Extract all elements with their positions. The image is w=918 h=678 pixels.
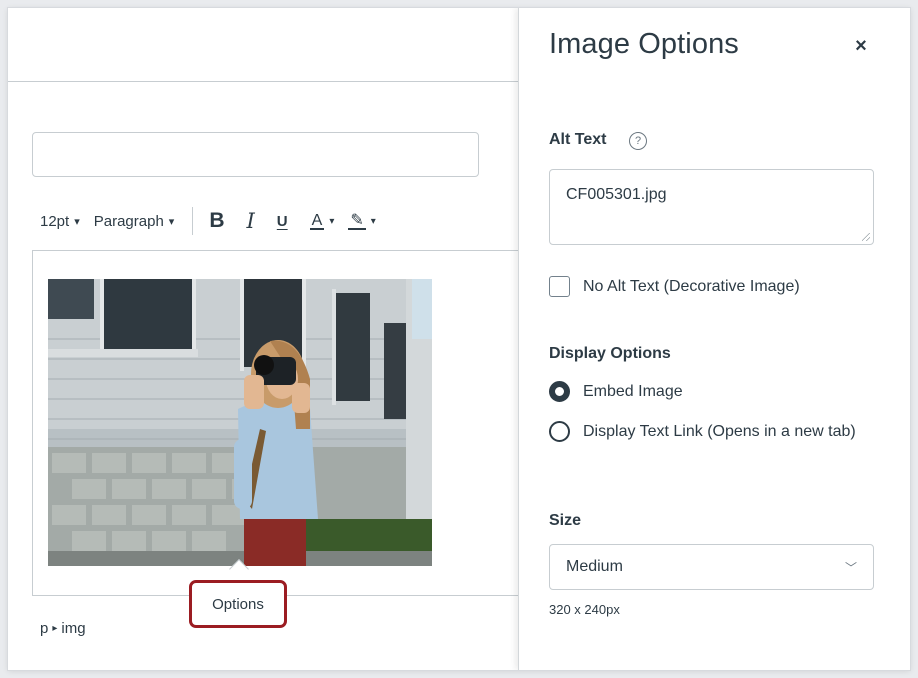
inserted-image[interactable] xyxy=(48,279,432,566)
title-input[interactable] xyxy=(32,132,479,177)
alt-text-textarea[interactable]: CF005301.jpg xyxy=(549,169,874,245)
help-circle-icon[interactable]: ? xyxy=(629,132,647,150)
underline-button[interactable]: U xyxy=(277,213,288,230)
rich-content-editor-frame: 12pt ▾ Paragraph ▾ B I U A ▾ ✎ ▾ Options… xyxy=(8,8,910,670)
resize-handle[interactable] xyxy=(862,233,870,241)
tray-title: Image Options xyxy=(549,28,739,60)
font-size-value: 12pt xyxy=(40,212,70,230)
text-color-button[interactable]: A ▾ xyxy=(309,211,335,230)
image-dimensions: 320 x 240px xyxy=(549,602,620,617)
editor-toolbar: 12pt ▾ Paragraph ▾ B I U A ▾ ✎ ▾ xyxy=(40,204,518,238)
no-alt-text-checkbox[interactable] xyxy=(549,276,570,297)
editor-pane: 12pt ▾ Paragraph ▾ B I U A ▾ ✎ ▾ Options… xyxy=(8,8,518,670)
bold-button[interactable]: B xyxy=(209,209,224,233)
chevron-down-icon: ▾ xyxy=(168,215,175,228)
element-path: p ▸ img xyxy=(40,620,86,637)
caret-right-icon: ▸ xyxy=(52,623,58,634)
display-options-label: Display Options xyxy=(549,345,671,362)
image-options-button[interactable]: Options xyxy=(189,580,287,628)
alt-text-label: Alt Text xyxy=(549,131,607,148)
path-child[interactable]: img xyxy=(61,620,85,637)
italic-button[interactable]: I xyxy=(247,209,255,233)
image-options-tray: Image Options × Alt Text ? CF005301.jpg … xyxy=(518,8,910,670)
alt-text-value: CF005301.jpg xyxy=(566,186,667,203)
display-text-link-option[interactable]: Display Text Link (Opens in a new tab) xyxy=(549,421,873,443)
text-color-icon: A xyxy=(309,211,325,230)
embed-image-radio[interactable] xyxy=(549,381,570,402)
chevron-down-icon: ▾ xyxy=(74,215,80,228)
chevron-down-icon: ﹀ xyxy=(844,560,857,575)
block-format-value: Paragraph xyxy=(93,212,164,230)
block-format-dropdown[interactable]: Paragraph ▾ xyxy=(94,213,175,230)
no-alt-text-label: No Alt Text (Decorative Image) xyxy=(583,277,800,295)
chevron-down-icon: ▾ xyxy=(329,215,335,227)
toolbar-separator xyxy=(192,207,194,235)
no-alt-text-checkbox-row[interactable]: No Alt Text (Decorative Image) xyxy=(549,276,800,297)
display-text-link-radio[interactable] xyxy=(549,421,570,442)
photo-graphic xyxy=(48,279,432,566)
display-text-link-label: Display Text Link (Opens in a new tab) xyxy=(583,423,856,440)
size-select[interactable]: Medium ﹀ xyxy=(549,544,874,590)
font-size-dropdown[interactable]: 12pt ▾ xyxy=(40,213,80,230)
embed-image-label: Embed Image xyxy=(583,383,683,400)
size-label: Size xyxy=(549,512,582,529)
divider xyxy=(8,81,518,82)
embed-image-option[interactable]: Embed Image xyxy=(549,381,873,403)
path-parent[interactable]: p xyxy=(40,620,48,637)
highlight-color-button[interactable]: ✎ ▾ xyxy=(348,211,376,230)
editor-content-area[interactable] xyxy=(32,250,518,596)
chevron-down-icon: ▾ xyxy=(370,215,376,227)
size-select-value: Medium xyxy=(566,558,623,575)
close-icon[interactable]: × xyxy=(849,34,873,58)
highlighter-icon: ✎ xyxy=(348,211,366,230)
